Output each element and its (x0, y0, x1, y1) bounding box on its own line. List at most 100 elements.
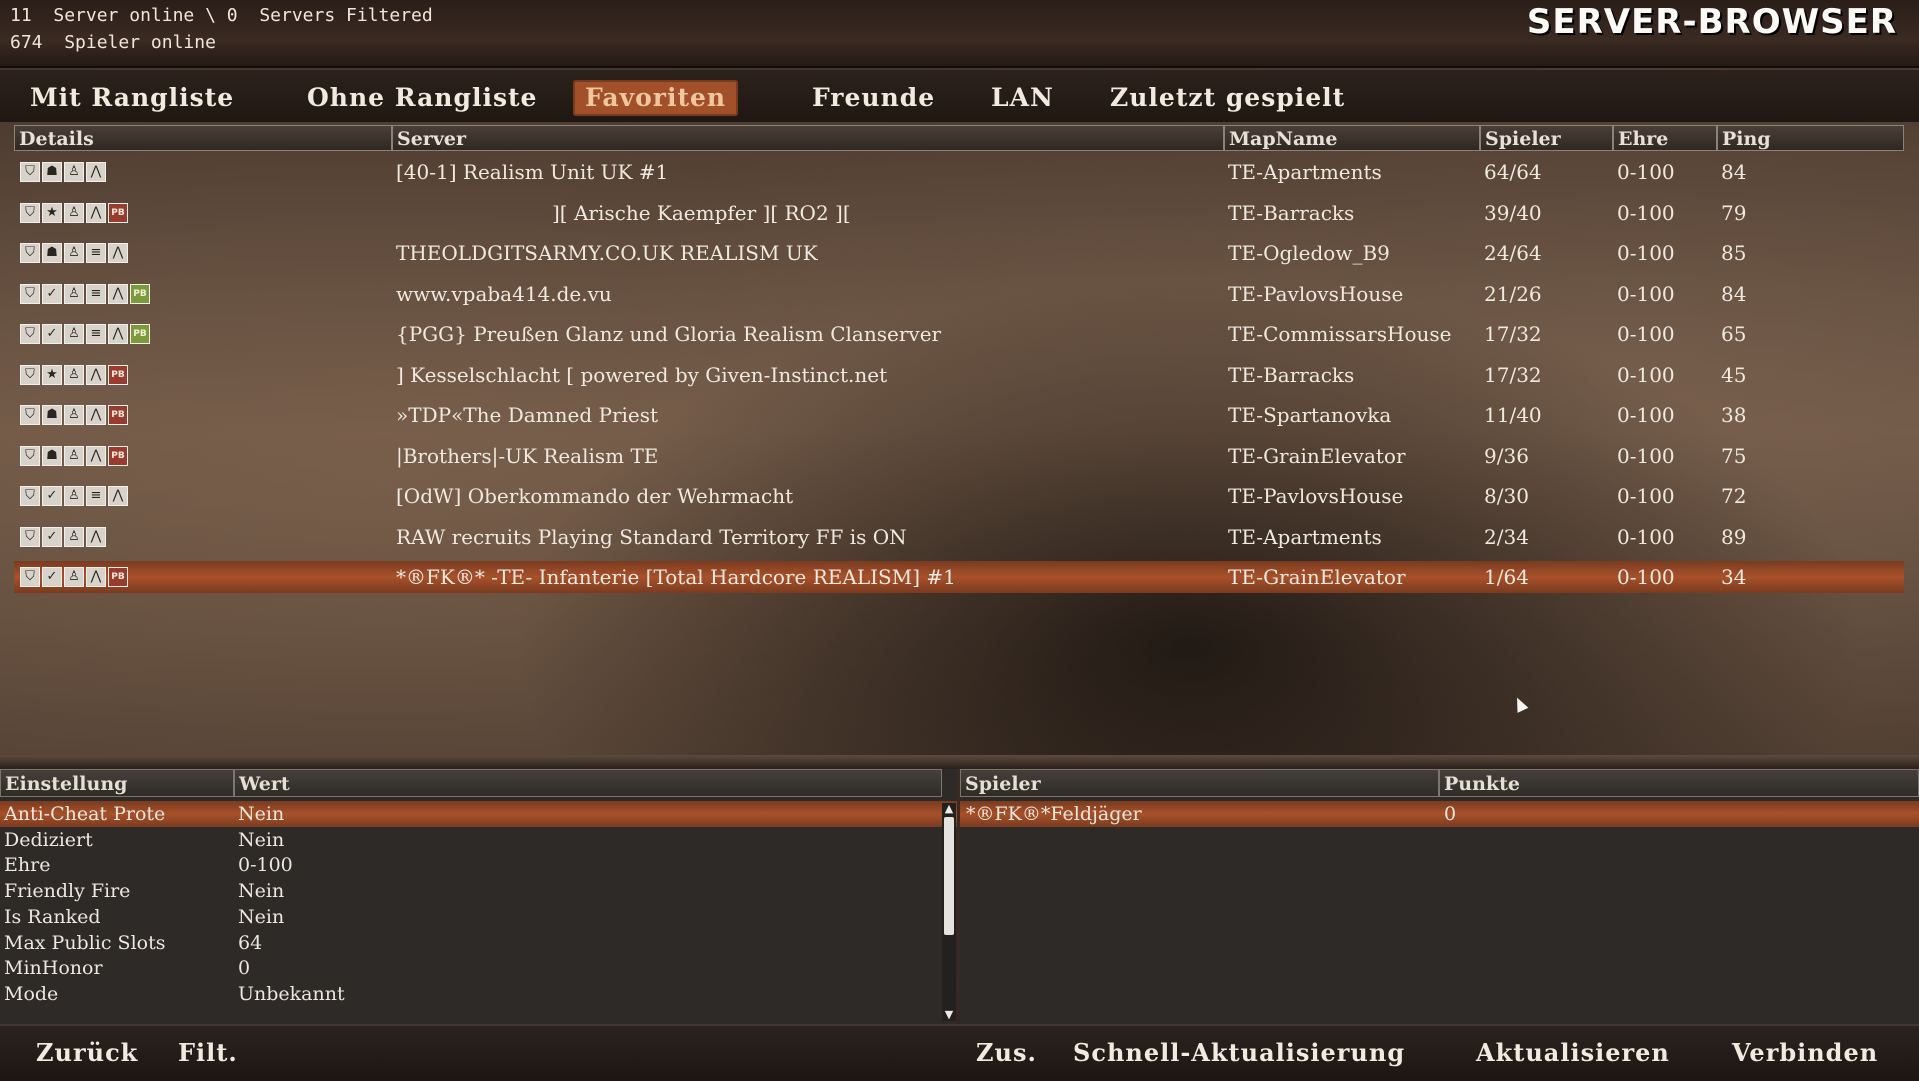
servers-filtered-count: 0 (226, 5, 238, 26)
server-detail-icons: ⛉ ✓ ♙ ≡ ⋀ PB (20, 324, 152, 344)
settings-row[interactable]: Is Ranked Nein (0, 904, 957, 930)
honor-cell: 0-100 (1617, 524, 1675, 549)
settings-row[interactable]: Friendly Fire Nein (0, 878, 957, 904)
server-detail-icons: ⛉ ☗ ♙ ≡ ⋀ (20, 243, 130, 263)
column-header-ping[interactable]: Ping (1717, 125, 1904, 151)
back-button[interactable]: Zurück (36, 1038, 138, 1067)
scrollbar-thumb[interactable] (944, 817, 954, 935)
player-count-cell: 1/64 (1484, 565, 1529, 589)
check-icon: ✓ (42, 526, 62, 547)
server-row[interactable]: ⛉ ★ ♙ ⋀ PB][ Arische Kaempfer ][ RO2 ][TE-Ba… (14, 197, 1904, 229)
server-detail-icons: ⛉ ☗ ♙ ⋀ (20, 162, 108, 182)
column-header-punkte: Punkte (1439, 769, 1919, 797)
check-icon: ✓ (42, 567, 62, 587)
settings-scrollbar[interactable]: ▲ ▼ (942, 803, 956, 1021)
helmet-icon: ☗ (42, 162, 62, 182)
tab-zuletzt-gespielt[interactable]: Zuletzt gespielt (1110, 80, 1345, 116)
server-row[interactable]: ⛉ ☗ ♙ ≡ ⋀ THEOLDGITSARMY.CO.UK REALISM UK TE-O… (14, 237, 1904, 269)
settings-row[interactable]: Dediziert Nein (0, 827, 957, 853)
server-name-cell: [OdW] Oberkommando der Wehrmacht (396, 484, 794, 508)
map-name-cell: TE-Barracks (1228, 200, 1355, 225)
server-row[interactable]: ⛉ ✓ ♙ ⋀ PB *®FK®* -TE- Infanterie [Total Hard… (14, 561, 1904, 593)
shield-icon: ⛉ (20, 526, 40, 547)
setting-key: Max Public Slots (4, 931, 166, 954)
quick-refresh-button[interactable]: Schnell-Aktualisierung (1073, 1038, 1405, 1067)
server-name-cell: THEOLDGITSARMY.CO.UK REALISM UK (396, 241, 818, 265)
pb-icon: PB (108, 445, 128, 466)
server-row[interactable]: ⛉ ★ ♙ ⋀ PB] Kesselschlacht [ powered by Give… (14, 359, 1904, 391)
column-header-ehre[interactable]: Ehre (1613, 125, 1717, 151)
server-row[interactable]: ⛉ ✓ ♙ ≡ ⋀ PB www.vpaba414.de.vu TE-PavlovsHouse… (14, 278, 1904, 310)
tab-favoriten[interactable]: Favoriten (573, 80, 739, 116)
server-name-cell: ] Kesselschlacht [ powered by Given-Inst… (396, 362, 888, 387)
bottom-bar: Zurück Filt. Zus. Schnell-Aktualisierung… (0, 1024, 1919, 1081)
rank-icon: ⋀ (108, 324, 128, 344)
rank-icon: ⋀ (86, 364, 106, 385)
pb-icon: PB (108, 405, 128, 425)
star-icon: ★ (42, 202, 62, 223)
connect-button[interactable]: Verbinden (1732, 1038, 1878, 1067)
tab-mit-rangliste[interactable]: Mit Rangliste (30, 80, 234, 116)
pb-icon: PB (108, 202, 128, 223)
settings-row[interactable]: Ehre 0-100 (0, 852, 957, 878)
ping-cell: 72 (1721, 484, 1747, 508)
settings-row[interactable]: MinHonor 0 (0, 955, 957, 981)
server-row[interactable]: ⛉ ☗ ♙ ⋀ PB »TDP«The Damned Priest TE-Spartanov… (14, 399, 1904, 431)
player-count-cell: 21/26 (1484, 281, 1542, 306)
player-row[interactable]: *®FK®*Feldjäger 0 (960, 801, 1919, 827)
soldier-icon: ♙ (64, 567, 84, 587)
weapon-icon: ≡ (86, 243, 106, 263)
add-button[interactable]: Zus. (976, 1038, 1037, 1067)
shield-icon: ⛉ (20, 567, 40, 587)
check-icon: ✓ (42, 486, 62, 506)
player-count-cell: 17/32 (1484, 362, 1542, 387)
helmet-icon: ☗ (42, 405, 62, 425)
column-header-server[interactable]: Server (392, 125, 1224, 151)
server-row[interactable]: ⛉ ✓ ♙ ≡ ⋀ [OdW] Oberkommando der Wehrmacht TE-… (14, 480, 1904, 512)
rank-icon: ⋀ (86, 526, 106, 547)
star-icon: ★ (42, 364, 62, 385)
player-count-cell: 64/64 (1484, 160, 1542, 184)
player-points: 0 (1444, 803, 1457, 825)
settings-row[interactable]: Anti-Cheat Prote Nein (0, 801, 957, 827)
server-row[interactable]: ⛉ ☗ ♙ ⋀ [40-1] Realism Unit UK #1 TE-Apartmen… (14, 156, 1904, 188)
top-bar: 11 Server online \ 0 Servers Filtered 67… (0, 0, 1919, 68)
servers-online-label: Server online \ (53, 5, 216, 26)
shield-icon: ⛉ (20, 243, 40, 263)
column-header-mapname[interactable]: MapName (1224, 125, 1480, 151)
setting-value: Nein (238, 905, 285, 928)
players-panel: Spieler Punkte *®FK®*Feldjäger 0 (960, 769, 1919, 1024)
players-online-count: 674 (10, 32, 43, 53)
rank-icon: ⋀ (86, 202, 106, 223)
honor-cell: 0-100 (1617, 241, 1675, 265)
honor-cell: 0-100 (1617, 403, 1675, 427)
settings-row[interactable]: Max Public Slots 64 (0, 930, 957, 956)
helmet-icon: ☗ (42, 243, 62, 263)
column-header-details[interactable]: Details (14, 125, 392, 151)
tab-bar: Mit Rangliste Ohne Rangliste Favoriten F… (0, 70, 1919, 122)
server-row[interactable]: ⛉ ☗ ♙ ⋀ PB |Brothers|-UK Realism TE TE-GrainEl… (14, 440, 1904, 472)
server-name-cell: [40-1] Realism Unit UK #1 (396, 160, 669, 184)
rank-icon: ⋀ (86, 567, 106, 587)
ping-cell: 45 (1721, 362, 1747, 387)
settings-row[interactable]: Mode Unbekannt (0, 981, 957, 1007)
helmet-icon: ☗ (42, 445, 62, 466)
filter-button[interactable]: Filt. (178, 1038, 238, 1067)
soldier-icon: ♙ (64, 202, 84, 223)
scroll-down-arrow-icon[interactable]: ▼ (943, 1009, 955, 1021)
tab-freunde[interactable]: Freunde (812, 80, 935, 116)
setting-value: Nein (238, 880, 285, 903)
tab-lan[interactable]: LAN (991, 80, 1054, 116)
check-icon: ✓ (42, 324, 62, 344)
setting-value: Unbekannt (238, 982, 345, 1005)
player-count-cell: 8/30 (1484, 484, 1529, 508)
column-header-spieler[interactable]: Spieler (1480, 125, 1613, 151)
honor-cell: 0-100 (1617, 160, 1675, 184)
refresh-button[interactable]: Aktualisieren (1476, 1038, 1670, 1067)
player-count-cell: 11/40 (1484, 403, 1542, 427)
tab-ohne-rangliste[interactable]: Ohne Rangliste (307, 80, 537, 116)
server-detail-icons: ⛉ ✓ ♙ ⋀ PB (20, 567, 130, 587)
scroll-up-arrow-icon[interactable]: ▲ (943, 803, 955, 815)
server-row[interactable]: ⛉ ✓ ♙ ≡ ⋀ PB {PGG} Preußen Glanz und Gloria Re… (14, 318, 1904, 350)
server-row[interactable]: ⛉ ✓ ♙ ⋀ RAW recruits Playing Standard Territ… (14, 521, 1904, 553)
